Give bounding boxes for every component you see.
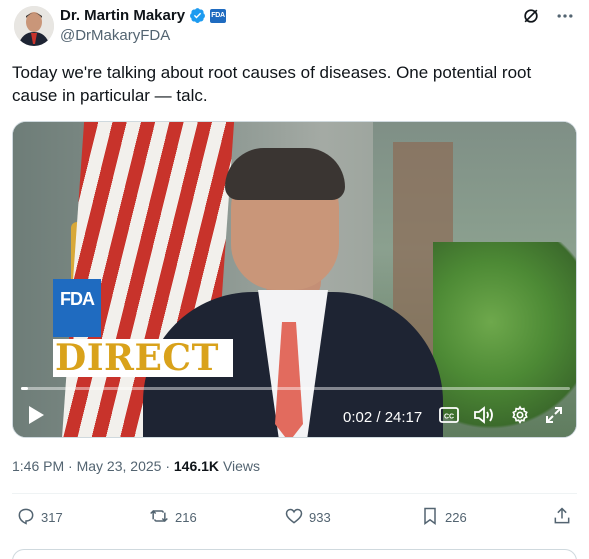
verified-badge-icon — [189, 7, 206, 24]
captions-button[interactable]: CC — [439, 405, 459, 429]
name-row: Dr. Martin Makary FDA — [60, 7, 227, 24]
video-time-display: 0:02 / 24:17 — [343, 408, 423, 426]
play-icon — [27, 405, 45, 430]
captions-icon: CC — [439, 406, 459, 429]
next-item-edge — [12, 549, 577, 559]
tweet-date[interactable]: May 23, 2025 — [77, 458, 162, 474]
bookmark-icon — [420, 506, 440, 529]
tweet-header: Dr. Martin Makary FDA @DrMakaryFDA — [12, 4, 577, 48]
more-icon[interactable] — [555, 6, 575, 31]
repost-button[interactable]: 216 — [148, 506, 197, 529]
grok-icon[interactable] — [521, 6, 541, 31]
reply-count: 317 — [41, 510, 63, 525]
meta-separator: · — [165, 458, 174, 474]
svg-text:CC: CC — [444, 413, 454, 420]
fda-affiliate-badge[interactable]: FDA — [210, 8, 227, 23]
repost-count: 216 — [175, 510, 197, 525]
author-handle[interactable]: @DrMakaryFDA — [60, 27, 170, 44]
video-speaker-hair — [225, 148, 345, 200]
like-button[interactable]: 933 — [284, 506, 331, 529]
reply-button[interactable]: 317 — [16, 506, 63, 529]
author-name[interactable]: Dr. Martin Makary — [60, 7, 185, 24]
tweet-meta: 1:46 PM · May 23, 2025 · 146.1K Views — [12, 458, 260, 474]
reply-icon — [16, 506, 36, 529]
repost-icon — [148, 506, 170, 529]
volume-button[interactable] — [473, 405, 495, 429]
like-count: 933 — [309, 510, 331, 525]
volume-icon — [473, 405, 495, 430]
share-icon — [552, 506, 572, 529]
video-progress-fill — [21, 387, 28, 390]
video-progress-bar[interactable] — [21, 387, 570, 390]
settings-button[interactable] — [510, 405, 530, 429]
action-bar: 317 216 933 226 — [12, 506, 577, 530]
share-button[interactable] — [552, 506, 572, 529]
video-player[interactable]: FDA DIRECT 0:02 / 24:17 CC — [12, 121, 577, 438]
tweet-time[interactable]: 1:46 PM — [12, 458, 64, 474]
settings-icon — [510, 405, 530, 430]
play-button[interactable] — [27, 405, 45, 429]
bookmark-count: 226 — [445, 510, 467, 525]
fullscreen-icon — [545, 406, 563, 429]
divider — [12, 493, 577, 494]
views-count: 146.1K — [173, 458, 220, 474]
meta-separator: · — [68, 458, 77, 474]
fullscreen-button[interactable] — [545, 405, 563, 429]
bookmark-button[interactable]: 226 — [420, 506, 467, 529]
tweet-text: Today we're talking about root causes of… — [12, 63, 532, 105]
views-label: Views — [222, 458, 261, 474]
fda-logo-overlay: FDA — [53, 279, 101, 337]
like-icon — [284, 506, 304, 529]
header-actions — [521, 6, 575, 31]
avatar[interactable] — [14, 6, 54, 46]
direct-title-overlay: DIRECT — [53, 339, 233, 377]
